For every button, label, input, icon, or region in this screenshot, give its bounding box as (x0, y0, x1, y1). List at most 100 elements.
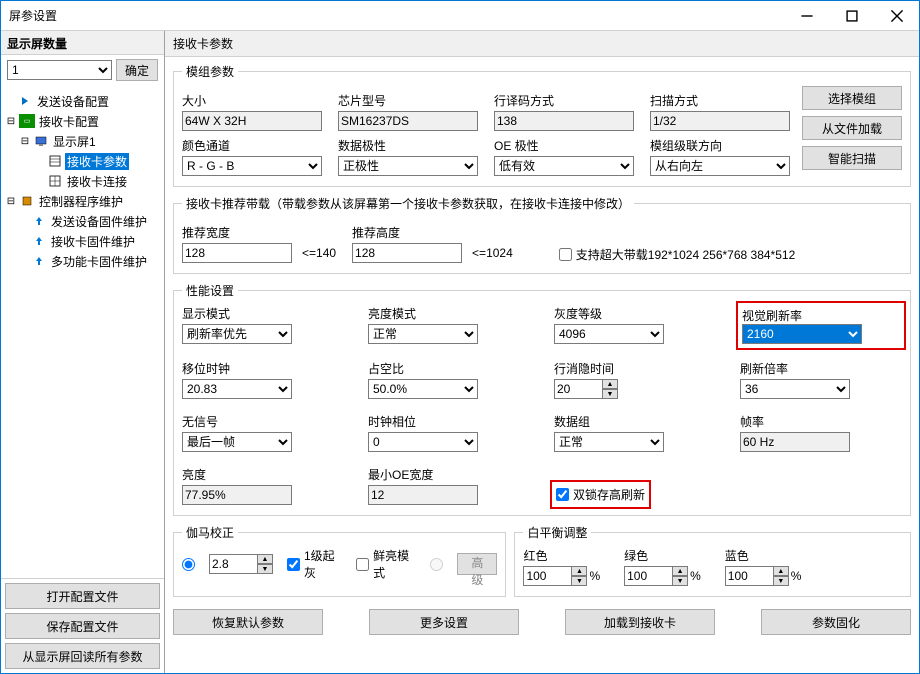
tree-recv-config[interactable]: ⊟ ▭ 接收卡配置 (1, 111, 164, 131)
duty-select[interactable]: 50.0% (368, 379, 478, 399)
bri-label: 亮度 (182, 466, 344, 483)
gamma-spin[interactable]: ▲▼ (209, 554, 273, 574)
phase-select[interactable]: 0 (368, 432, 478, 452)
fps-input (740, 432, 850, 452)
datagroup-select[interactable]: 正常 (554, 432, 664, 452)
decode-label: 行译码方式 (494, 92, 634, 109)
close-button[interactable] (874, 1, 919, 30)
save-config-button[interactable]: 保存配置文件 (5, 613, 160, 639)
rec-h-label: 推荐高度 (352, 224, 513, 241)
collapse-icon[interactable]: ⊟ (5, 196, 17, 207)
solidify-button[interactable]: 参数固化 (761, 609, 911, 635)
spin-down-icon[interactable]: ▼ (602, 389, 618, 399)
size-label: 大小 (182, 92, 322, 109)
rec-w-input[interactable] (182, 243, 292, 263)
tree-send-fw[interactable]: 发送设备固件维护 (1, 211, 164, 231)
open-config-button[interactable]: 打开配置文件 (5, 583, 160, 609)
lvl1-gray-checkbox[interactable]: 1级起灰 (287, 547, 342, 581)
monitor-icon (33, 134, 49, 148)
collapse-icon[interactable]: ⊟ (19, 136, 31, 147)
read-all-button[interactable]: 从显示屏回读所有参数 (5, 643, 160, 669)
right-title: 接收卡参数 (165, 31, 919, 57)
spin-up-icon[interactable]: ▲ (602, 379, 618, 389)
upload-icon (31, 214, 47, 228)
disp-mode-label: 显示模式 (182, 305, 344, 322)
confirm-button[interactable]: 确定 (116, 59, 158, 81)
blank-spin[interactable]: ▲▼ (554, 379, 716, 399)
rec-h-input[interactable] (352, 243, 462, 263)
datagroup-label: 数据组 (554, 413, 716, 430)
huge-capacity-checkbox[interactable]: 支持超大带载192*1024 256*768 384*512 (559, 246, 795, 263)
advanced-radio[interactable] (430, 558, 443, 571)
tree-screen1[interactable]: ⊟ 显示屏1 (1, 131, 164, 151)
mult-label: 刷新倍率 (740, 360, 902, 377)
wb-b-label: 蓝色 (725, 547, 802, 564)
spin-down-icon[interactable]: ▼ (773, 576, 789, 586)
phase-label: 时钟相位 (368, 413, 530, 430)
spin-down-icon[interactable]: ▼ (672, 576, 688, 586)
wb-legend: 白平衡调整 (523, 524, 591, 541)
double-latch-checkbox[interactable]: 双锁存高刷新 (556, 486, 645, 503)
select-module-button[interactable]: 选择模组 (802, 86, 902, 110)
spin-down-icon[interactable]: ▼ (571, 576, 587, 586)
smart-scan-button[interactable]: 智能扫描 (802, 146, 902, 170)
spin-down-icon[interactable]: ▼ (257, 564, 273, 574)
tree-multi-fw[interactable]: 多功能卡固件维护 (1, 251, 164, 271)
color-label: 颜色通道 (182, 137, 322, 154)
oe-label: OE 极性 (494, 137, 634, 154)
gamma-legend: 伽马校正 (182, 524, 238, 541)
spin-up-icon[interactable]: ▲ (571, 566, 587, 576)
tree-recv-conn[interactable]: 接收卡连接 (1, 171, 164, 191)
bri-mode-label: 亮度模式 (368, 305, 530, 322)
load-from-file-button[interactable]: 从文件加载 (802, 116, 902, 140)
capacity-legend: 接收卡推荐带载（带载参数从该屏幕第一个接收卡参数获取，在接收卡连接中修改） (182, 195, 634, 212)
oe-select[interactable]: 低有效 (494, 156, 634, 176)
vrefresh-select[interactable]: 2160 (742, 324, 862, 344)
upload-icon (31, 234, 47, 248)
whitebalance-fieldset: 白平衡调整 红色 ▲▼% 绿色 ▲▼% 蓝色 ▲▼% (514, 524, 911, 597)
load-to-recv-button[interactable]: 加载到接收卡 (565, 609, 715, 635)
cascade-label: 模组级联方向 (650, 137, 790, 154)
spin-up-icon[interactable]: ▲ (257, 554, 273, 564)
minimize-icon (800, 9, 814, 23)
shift-select[interactable]: 20.83 (182, 379, 292, 399)
tree-send-config[interactable]: 发送设备配置 (1, 91, 164, 111)
spin-up-icon[interactable]: ▲ (672, 566, 688, 576)
polarity-select[interactable]: 正极性 (338, 156, 478, 176)
disp-mode-select[interactable]: 刷新率优先 (182, 324, 292, 344)
minoe-input (368, 485, 478, 505)
more-settings-button[interactable]: 更多设置 (369, 609, 519, 635)
wb-b-spin[interactable]: ▲▼ (725, 566, 789, 586)
titlebar: 屏参设置 (1, 1, 919, 31)
wb-r-spin[interactable]: ▲▼ (523, 566, 587, 586)
chip-label: 芯片型号 (338, 92, 478, 109)
vivid-mode-checkbox[interactable]: 鲜亮模式 (356, 547, 416, 581)
fps-label: 帧率 (740, 413, 902, 430)
bri-input (182, 485, 292, 505)
maximize-button[interactable] (829, 1, 874, 30)
nosig-label: 无信号 (182, 413, 344, 430)
chip-input (338, 111, 478, 131)
gamma-radio[interactable] (182, 558, 195, 571)
nosig-select[interactable]: 最后一帧 (182, 432, 292, 452)
rec-h-hint: <=1024 (472, 246, 513, 260)
collapse-icon[interactable]: ⊟ (5, 116, 17, 127)
color-select[interactable]: R - G - B (182, 156, 322, 176)
wb-g-spin[interactable]: ▲▼ (624, 566, 688, 586)
gray-label: 灰度等级 (554, 305, 716, 322)
gamma-fieldset: 伽马校正 ▲▼ 1级起灰 鲜亮模式 高级 (173, 524, 506, 597)
wb-g-label: 绿色 (624, 547, 701, 564)
tree-recv-param[interactable]: 接收卡参数 (1, 151, 164, 171)
tree-recv-fw[interactable]: 接收卡固件维护 (1, 231, 164, 251)
gray-select[interactable]: 4096 (554, 324, 664, 344)
nav-tree: 发送设备配置 ⊟ ▭ 接收卡配置 ⊟ 显示屏1 接收卡参数 (1, 85, 164, 578)
restore-defaults-button[interactable]: 恢复默认参数 (173, 609, 323, 635)
cascade-select[interactable]: 从右向左 (650, 156, 790, 176)
size-input (182, 111, 322, 131)
spin-up-icon[interactable]: ▲ (773, 566, 789, 576)
screen-count-select[interactable]: 1 (7, 60, 112, 80)
mult-select[interactable]: 36 (740, 379, 850, 399)
tree-ctrl-maint[interactable]: ⊟ 控制器程序维护 (1, 191, 164, 211)
minimize-button[interactable] (784, 1, 829, 30)
bri-mode-select[interactable]: 正常 (368, 324, 478, 344)
